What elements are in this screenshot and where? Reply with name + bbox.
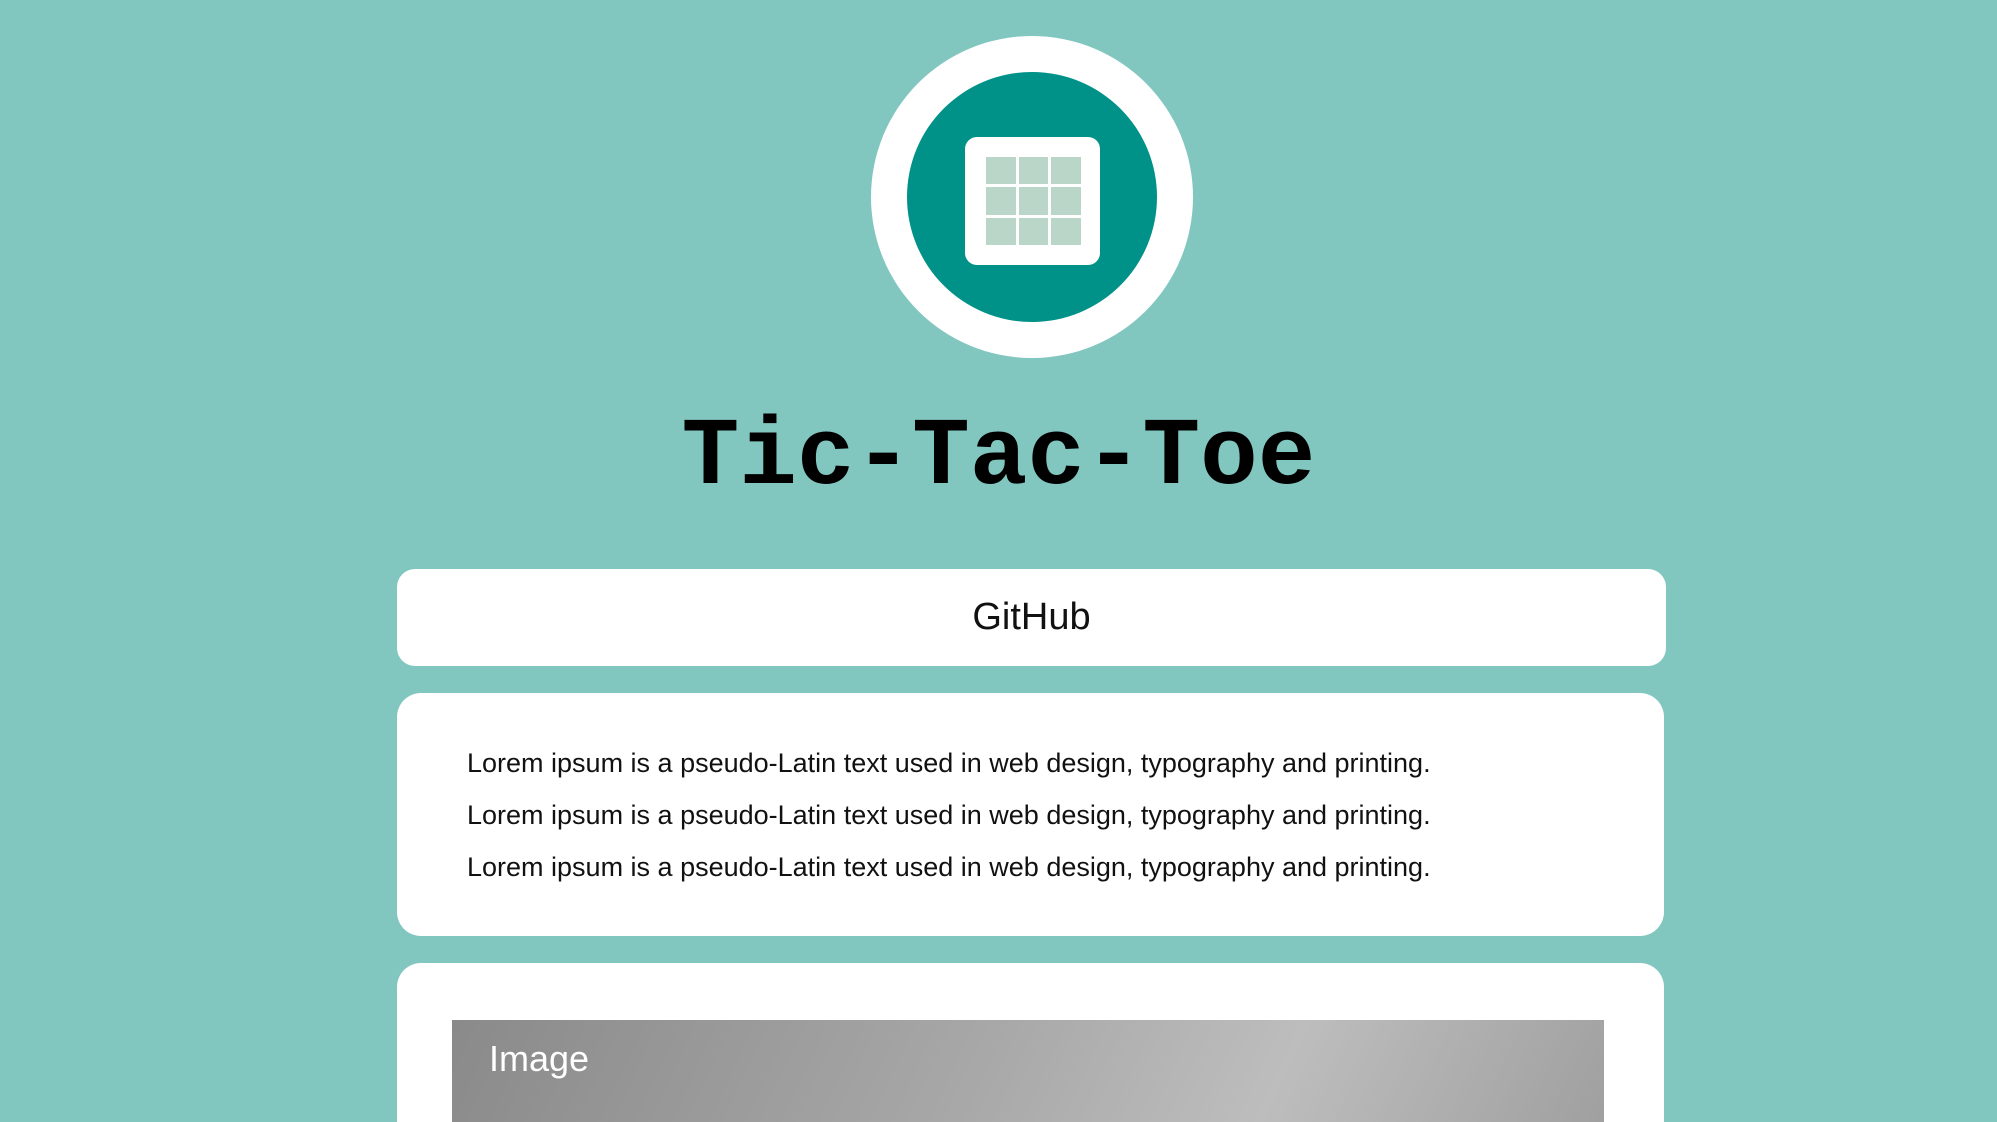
grid-cell	[1018, 217, 1049, 245]
image-placeholder: Image	[452, 1020, 1604, 1122]
grid-cell	[986, 187, 1016, 215]
grid-icon	[965, 137, 1100, 265]
grid-icon-cells	[986, 157, 1081, 245]
grid-cell	[986, 217, 1016, 245]
grid-cell	[986, 157, 1016, 185]
description-line: Lorem ipsum is a pseudo-Latin text used …	[467, 800, 1431, 830]
description-line: Lorem ipsum is a pseudo-Latin text used …	[467, 748, 1431, 778]
github-link-button[interactable]: GitHub	[397, 569, 1666, 666]
app-logo	[871, 36, 1193, 358]
page-title: Tic-Tac-Toe	[681, 403, 1316, 512]
image-label: Image	[489, 1038, 590, 1079]
grid-cell	[1051, 157, 1081, 185]
logo-circle	[907, 72, 1157, 322]
page: Tic-Tac-Toe GitHub Lorem ipsum is a pseu…	[0, 0, 1997, 1122]
grid-cell	[1018, 157, 1049, 185]
grid-cell	[1051, 217, 1081, 245]
image-card: Image	[397, 963, 1664, 1122]
description-card: Lorem ipsum is a pseudo-Latin text used …	[397, 693, 1664, 936]
grid-cell	[1018, 187, 1049, 215]
grid-cell	[1051, 187, 1081, 215]
description-line: Lorem ipsum is a pseudo-Latin text used …	[467, 852, 1431, 882]
